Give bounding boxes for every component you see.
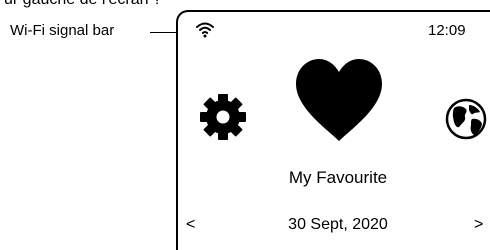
next-arrow-button[interactable]: > bbox=[474, 216, 483, 234]
heart-icon[interactable] bbox=[294, 58, 384, 142]
gear-icon[interactable] bbox=[200, 94, 246, 140]
caption-text: ur gauche de l'écran ? bbox=[4, 0, 162, 9]
wifi-callout-label: Wi-Fi signal bar bbox=[10, 22, 115, 39]
selected-menu-label: My Favourite bbox=[288, 168, 388, 187]
globe-icon[interactable] bbox=[445, 98, 487, 140]
wifi-icon bbox=[195, 19, 215, 39]
date-display: 30 Sept, 2020 bbox=[288, 216, 388, 233]
callout-leader-line bbox=[150, 32, 177, 33]
clock-time: 12:09 bbox=[428, 22, 466, 39]
cropped-caption: ur gauche de l'écran ? bbox=[0, 0, 490, 10]
